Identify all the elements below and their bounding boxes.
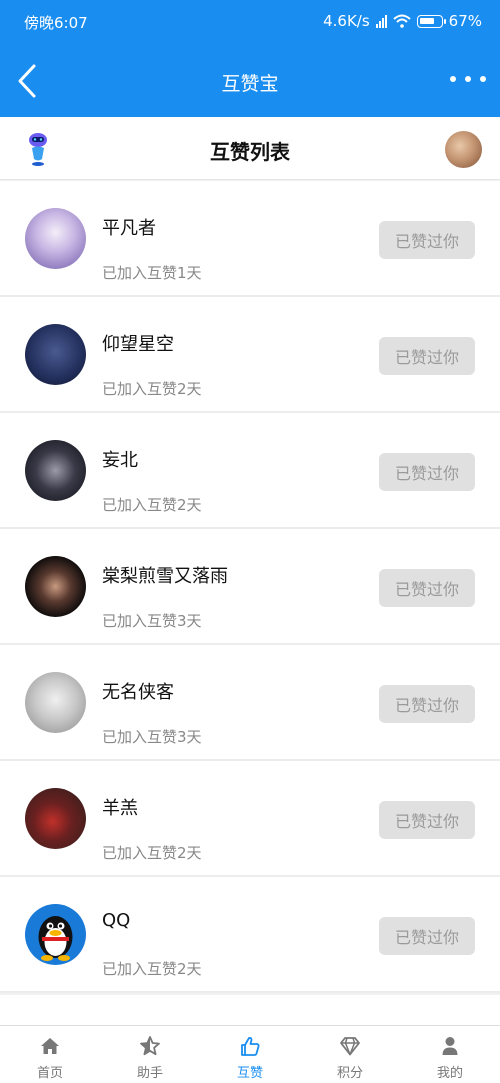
list-item: 仰望星空 已加入互赞2天 已赞过你 xyxy=(0,297,500,413)
star-icon xyxy=(140,1036,160,1056)
battery-icon xyxy=(416,14,446,28)
liked-you-button[interactable]: 已赞过你 xyxy=(379,453,475,491)
status-time: 傍晚6:07 xyxy=(24,14,88,32)
list-item: 平凡者 已加入互赞1天 已赞过你 xyxy=(0,181,500,297)
tab-like[interactable]: 互赞 xyxy=(200,1026,300,1083)
tab-label: 互赞 xyxy=(236,1066,263,1081)
tab-mine[interactable]: 我的 xyxy=(400,1026,500,1083)
status-indicators: 4.6K/s 67% xyxy=(323,12,482,30)
list-item: 羊羔 已加入互赞2天 已赞过你 xyxy=(0,761,500,877)
joined-days: 已加入互赞2天 xyxy=(102,380,202,398)
bottom-tab-bar: 首页 助手 互赞 积分 我的 xyxy=(0,1025,500,1083)
diamond-icon xyxy=(340,1037,360,1056)
list-title: 互赞列表 xyxy=(210,140,290,164)
joined-days: 已加入互赞3天 xyxy=(102,728,202,746)
avatar xyxy=(25,208,86,269)
person-icon xyxy=(442,1037,458,1055)
joined-days: 已加入互赞1天 xyxy=(102,264,202,282)
signal-icon xyxy=(375,14,387,28)
avatar xyxy=(25,324,86,385)
user-name: 仰望星空 xyxy=(102,334,174,355)
tab-label: 积分 xyxy=(336,1066,363,1081)
user-name: 无名侠客 xyxy=(102,682,174,703)
tab-label: 我的 xyxy=(436,1066,463,1081)
joined-days: 已加入互赞3天 xyxy=(102,612,202,630)
liked-you-button[interactable]: 已赞过你 xyxy=(379,337,475,375)
like-list: 平凡者 已加入互赞1天 已赞过你 仰望星空 已加入互赞2天 已赞过你 妄北 已加… xyxy=(0,181,500,993)
avatar xyxy=(25,672,86,733)
sub-header: 互赞列表 xyxy=(0,117,500,180)
avatar xyxy=(25,788,86,849)
wifi-icon xyxy=(392,14,411,28)
avatar xyxy=(25,440,86,501)
user-avatar[interactable] xyxy=(445,131,482,168)
avatar xyxy=(25,556,86,617)
liked-you-button[interactable]: 已赞过你 xyxy=(379,221,475,259)
tab-label: 助手 xyxy=(136,1066,163,1081)
status-bar: 傍晚6:07 4.6K/s 67% xyxy=(0,0,500,45)
avatar xyxy=(25,904,86,965)
liked-you-button[interactable]: 已赞过你 xyxy=(379,569,475,607)
tab-points[interactable]: 积分 xyxy=(300,1026,400,1083)
user-name: QQ xyxy=(102,910,131,931)
user-name: 羊羔 xyxy=(102,798,138,819)
tab-label: 首页 xyxy=(36,1066,63,1081)
joined-days: 已加入互赞2天 xyxy=(102,844,202,862)
user-name: 平凡者 xyxy=(102,218,156,239)
more-icon[interactable] xyxy=(450,71,486,87)
list-item: 无名侠客 已加入互赞3天 已赞过你 xyxy=(0,645,500,761)
list-item: QQ 已加入互赞2天 已赞过你 xyxy=(0,877,500,993)
tab-assistant[interactable]: 助手 xyxy=(100,1026,200,1083)
liked-you-button[interactable]: 已赞过你 xyxy=(379,685,475,723)
user-name: 妄北 xyxy=(102,450,138,471)
battery-percent: 67% xyxy=(448,12,482,30)
list-item-partial xyxy=(0,995,500,1025)
tab-home[interactable]: 首页 xyxy=(0,1026,100,1083)
title-bar: 互赞宝 xyxy=(0,45,500,117)
penguin-icon xyxy=(38,916,73,961)
net-speed: 4.6K/s xyxy=(323,12,370,30)
page-title: 互赞宝 xyxy=(221,73,279,95)
joined-days: 已加入互赞2天 xyxy=(102,960,202,978)
thumbs-up-icon xyxy=(241,1037,260,1056)
home-icon xyxy=(41,1038,59,1054)
liked-you-button[interactable]: 已赞过你 xyxy=(379,801,475,839)
list-item: 棠梨煎雪又落雨 已加入互赞3天 已赞过你 xyxy=(0,529,500,645)
joined-days: 已加入互赞2天 xyxy=(102,496,202,514)
user-name: 棠梨煎雪又落雨 xyxy=(102,566,228,587)
liked-you-button[interactable]: 已赞过你 xyxy=(379,917,475,955)
list-item: 妄北 已加入互赞2天 已赞过你 xyxy=(0,413,500,529)
